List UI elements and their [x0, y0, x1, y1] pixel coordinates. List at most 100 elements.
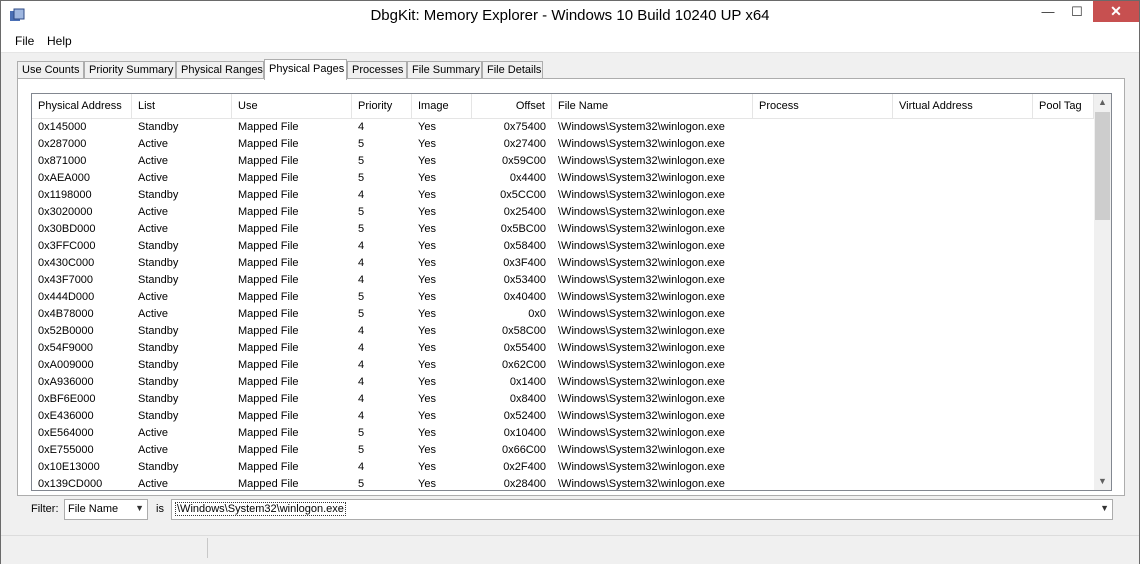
cell-use: Mapped File: [238, 410, 299, 422]
tab-use-counts[interactable]: Use Counts: [17, 61, 84, 78]
column-header-offset[interactable]: Offset: [472, 94, 552, 118]
tab-physical-ranges[interactable]: Physical Ranges: [176, 61, 264, 78]
cell-list: Active: [138, 308, 168, 320]
column-header-physical-address[interactable]: Physical Address: [32, 94, 132, 118]
tab-physical-pages[interactable]: Physical Pages: [264, 59, 347, 80]
cell-offset: 0x27400: [503, 138, 546, 150]
cell-physical-address: 0x444D000: [38, 291, 95, 303]
column-header-process[interactable]: Process: [753, 94, 893, 118]
cell-priority: 4: [358, 342, 365, 354]
cell-virtual-address: [893, 272, 1033, 289]
column-header-use[interactable]: Use: [232, 94, 352, 118]
tab-file-details[interactable]: File Details: [482, 61, 543, 78]
cell-image: Yes: [418, 444, 436, 456]
cell-physical-address: 0x3FFC000: [38, 240, 96, 252]
cell-priority: 4: [358, 359, 365, 371]
scroll-up-icon[interactable]: ▲: [1094, 94, 1111, 111]
cell-virtual-address: [893, 238, 1033, 255]
column-header-list[interactable]: List: [132, 94, 232, 118]
table-row[interactable]: 0x871000 Active Mapped File 5 Yes 0x59C00 \Win…: [32, 153, 1094, 170]
filter-field-select[interactable]: File Name ▼: [64, 499, 148, 520]
cell-priority: 5: [358, 138, 365, 150]
column-header-pool-tag[interactable]: Pool Tag: [1033, 94, 1094, 118]
cell-priority: 5: [358, 291, 365, 303]
table-row[interactable]: 0x43F7000 Standby Mapped File 4 Yes 0x53400 \W…: [32, 272, 1094, 289]
title-bar[interactable]: DbgKit: Memory Explorer - Windows 10 Bui…: [1, 1, 1139, 32]
table-row[interactable]: 0x3020000 Active Mapped File 5 Yes 0x25400 \Wi…: [32, 204, 1094, 221]
table-row[interactable]: 0x52B0000 Standby Mapped File 4 Yes 0x58C00 \W…: [32, 323, 1094, 340]
table-row[interactable]: 0x139CD000 Active Mapped File 5 Yes 0x28400 \W…: [32, 476, 1094, 490]
cell-list: Standby: [138, 376, 179, 388]
table-row[interactable]: 0x287000 Active Mapped File 5 Yes 0x27400 \Win…: [32, 136, 1094, 153]
table-row[interactable]: 0x145000 Standby Mapped File 4 Yes 0x75400 \Wi…: [32, 119, 1094, 136]
status-pane: [1, 538, 208, 558]
cell-file-name: \Windows\System32\winlogon.exe: [558, 121, 725, 133]
cell-virtual-address: [893, 289, 1033, 306]
table-row[interactable]: 0xA936000 Standby Mapped File 4 Yes 0x1400 \Wi…: [32, 374, 1094, 391]
cell-image: Yes: [418, 359, 436, 371]
table-row[interactable]: 0x30BD000 Active Mapped File 5 Yes 0x5BC00 \Wi…: [32, 221, 1094, 238]
cell-use: Mapped File: [238, 376, 299, 388]
cell-virtual-address: [893, 357, 1033, 374]
tab-file-summary[interactable]: File Summary: [407, 61, 482, 78]
table-row[interactable]: 0xBF6E000 Standby Mapped File 4 Yes 0x8400 \Wi…: [32, 391, 1094, 408]
cell-use: Mapped File: [238, 274, 299, 286]
window-title: DbgKit: Memory Explorer - Windows 10 Bui…: [370, 7, 770, 24]
filter-value-text[interactable]: \Windows\System32\winlogon.exe: [175, 502, 346, 516]
chevron-down-icon[interactable]: ▼: [1100, 503, 1109, 513]
maximize-button[interactable]: ☐: [1063, 1, 1091, 22]
cell-process: [753, 306, 893, 323]
cell-list: Standby: [138, 410, 179, 422]
table-row[interactable]: 0xE755000 Active Mapped File 5 Yes 0x66C00 \Wi…: [32, 442, 1094, 459]
scroll-down-icon[interactable]: ▼: [1094, 473, 1111, 490]
cell-offset: 0x25400: [503, 206, 546, 218]
filter-value-combo[interactable]: \Windows\System32\winlogon.exe ▼: [171, 499, 1113, 520]
cell-physical-address: 0xA009000: [38, 359, 94, 371]
cell-process: [753, 357, 893, 374]
cell-virtual-address: [893, 425, 1033, 442]
table-row[interactable]: 0xE436000 Standby Mapped File 4 Yes 0x52400 \W…: [32, 408, 1094, 425]
cell-use: Mapped File: [238, 121, 299, 133]
column-header-image[interactable]: Image: [412, 94, 472, 118]
cell-pool-tag: [1033, 221, 1094, 238]
vertical-scrollbar[interactable]: ▲ ▼: [1094, 94, 1111, 490]
close-button[interactable]: ✕: [1093, 1, 1139, 22]
cell-pool-tag: [1033, 170, 1094, 187]
minimize-button[interactable]: —: [1033, 1, 1063, 22]
cell-use: Mapped File: [238, 257, 299, 269]
cell-file-name: \Windows\System32\winlogon.exe: [558, 172, 725, 184]
menu-help[interactable]: Help: [47, 34, 72, 48]
column-header-virtual-address[interactable]: Virtual Address: [893, 94, 1033, 118]
cell-use: Mapped File: [238, 359, 299, 371]
table-row[interactable]: 0x444D000 Active Mapped File 5 Yes 0x40400 \Wi…: [32, 289, 1094, 306]
cell-priority: 5: [358, 172, 365, 184]
column-header-priority[interactable]: Priority: [352, 94, 412, 118]
cell-process: [753, 272, 893, 289]
column-header-file-name[interactable]: File Name: [552, 94, 753, 118]
table-row[interactable]: 0xE564000 Active Mapped File 5 Yes 0x10400 \Wi…: [32, 425, 1094, 442]
cell-offset: 0x1400: [509, 376, 546, 388]
table-row[interactable]: 0x10E13000 Standby Mapped File 4 Yes 0x2F400 \…: [32, 459, 1094, 476]
cell-physical-address: 0x10E13000: [38, 461, 100, 473]
table-row[interactable]: 0xA009000 Standby Mapped File 4 Yes 0x62C00 \W…: [32, 357, 1094, 374]
cell-pool-tag: [1033, 476, 1094, 490]
physical-pages-list[interactable]: Physical Address List Use Priority Image Offs…: [31, 93, 1112, 491]
menu-file[interactable]: File: [15, 34, 34, 48]
table-row[interactable]: 0x1198000 Standby Mapped File 4 Yes 0x5CC00 \W…: [32, 187, 1094, 204]
cell-process: [753, 442, 893, 459]
tab-priority-summary[interactable]: Priority Summary: [84, 61, 176, 78]
table-row[interactable]: 0x3FFC000 Standby Mapped File 4 Yes 0x58400 \W…: [32, 238, 1094, 255]
cell-image: Yes: [418, 172, 436, 184]
cell-use: Mapped File: [238, 155, 299, 167]
tab-processes[interactable]: Processes: [347, 61, 407, 78]
cell-offset: 0x75400: [503, 121, 546, 133]
cell-process: [753, 323, 893, 340]
cell-offset: 0x40400: [503, 291, 546, 303]
table-row[interactable]: 0x4B78000 Active Mapped File 5 Yes 0x0 \Window…: [32, 306, 1094, 323]
table-row[interactable]: 0x54F9000 Standby Mapped File 4 Yes 0x55400 \W…: [32, 340, 1094, 357]
table-row[interactable]: 0xAEA000 Active Mapped File 5 Yes 0x4400 \Wind…: [32, 170, 1094, 187]
cell-virtual-address: [893, 459, 1033, 476]
cell-offset: 0x52400: [503, 410, 546, 422]
table-row[interactable]: 0x430C000 Standby Mapped File 4 Yes 0x3F400 \W…: [32, 255, 1094, 272]
scroll-thumb[interactable]: [1095, 112, 1110, 220]
